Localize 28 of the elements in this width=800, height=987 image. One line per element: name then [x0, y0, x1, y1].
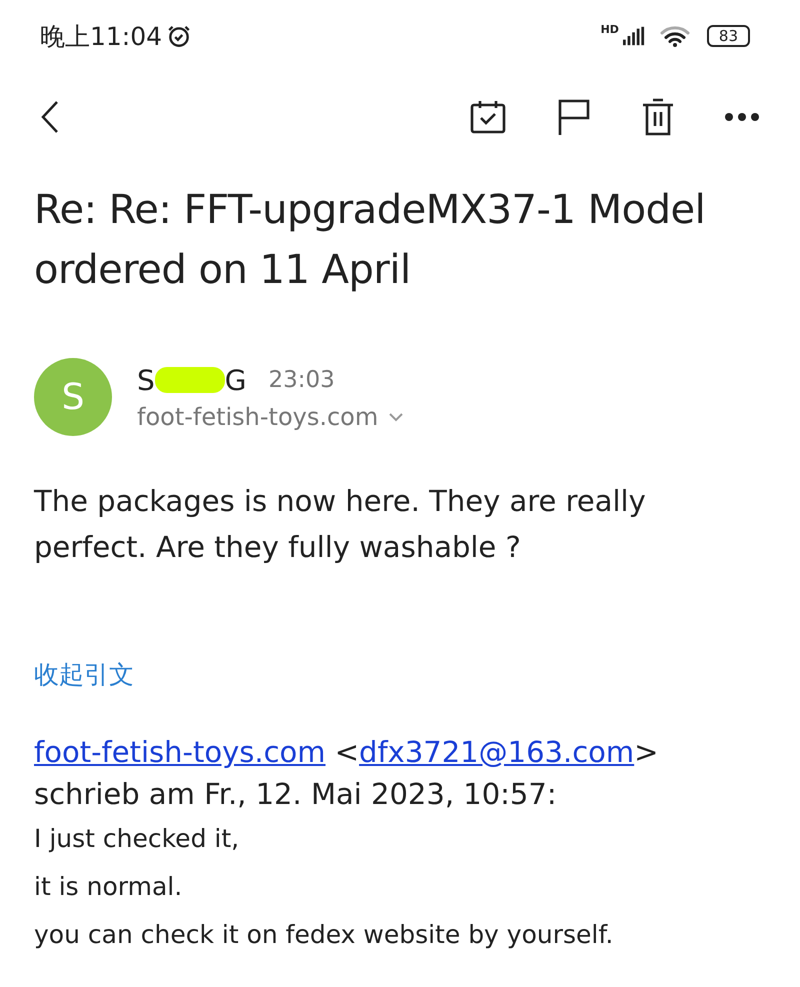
battery-icon: 83: [706, 25, 750, 47]
bracket-text: <: [334, 735, 360, 769]
flag-icon[interactable]: [556, 98, 592, 136]
sender-address[interactable]: foot-fetish-toys.com: [137, 402, 378, 430]
sender-name: G: [224, 364, 246, 396]
network-label: HD: [600, 22, 619, 36]
signal-icon: [622, 26, 645, 46]
wifi-icon: [658, 25, 691, 47]
email-subject: Re: Re: FFT-upgradeMX37-1 Model ordered on 11 April: [34, 186, 706, 295]
email-link[interactable]: dfx3721@163.com: [359, 735, 634, 769]
more-icon[interactable]: [724, 112, 760, 122]
sent-time: 23:03: [268, 367, 335, 393]
status-time: 晚上11:04: [40, 20, 162, 52]
bracket-text: >: [634, 735, 658, 769]
calendar-check-icon[interactable]: [470, 99, 506, 135]
quoted-line: I just checked it,: [34, 823, 240, 855]
message-body: The packages is now here. They are really perfect. Are they fully washable ?: [34, 483, 647, 566]
alarm-clock-icon: [166, 23, 192, 49]
quoted-line: you can check it on fedex website by yourself.: [34, 919, 614, 951]
quoted-line: it is normal.: [34, 871, 184, 903]
quote-date-line: schrieb am Fr., 12. Mai 2023, 10:57:: [34, 776, 558, 813]
sender-name: S: [137, 364, 155, 396]
sender-link[interactable]: foot-fetish-toys.com: [34, 735, 326, 769]
back-icon[interactable]: [40, 100, 60, 134]
collapse-quote-link[interactable]: 收起引文: [34, 658, 134, 691]
chevron-down-icon[interactable]: [388, 412, 404, 422]
trash-icon[interactable]: [642, 98, 674, 136]
sender-avatar: S: [34, 358, 112, 436]
